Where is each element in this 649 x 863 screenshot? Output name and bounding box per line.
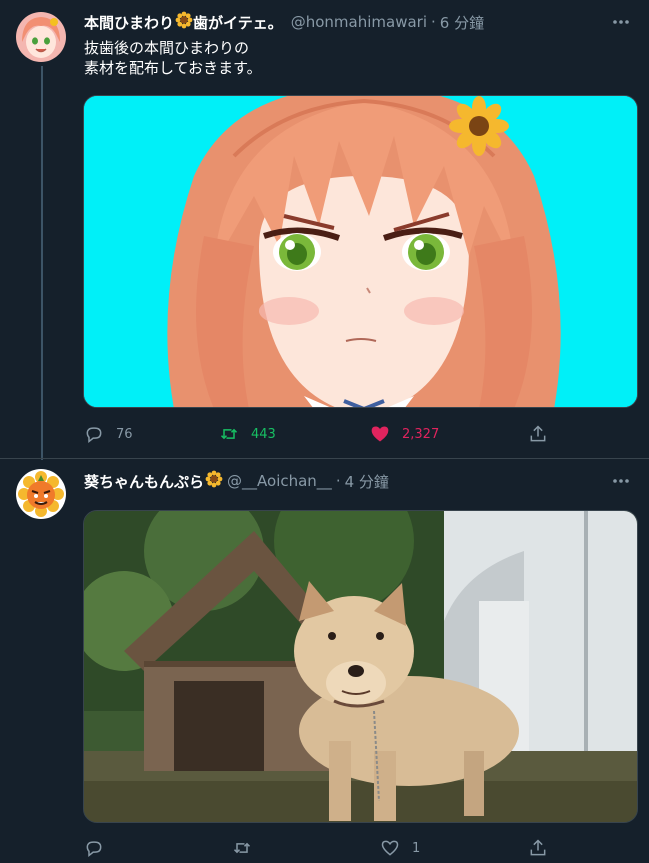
- anime-girl-face-illustration: [84, 96, 637, 407]
- timestamp[interactable]: 4 分鐘: [345, 471, 389, 492]
- display-name[interactable]: 本間ひまわり: [84, 12, 174, 33]
- tweet[interactable]: 葵ちゃんもんぷら @__Aoichan__ · 4 分鐘 1: [0, 458, 649, 863]
- reply-count: 76: [116, 426, 133, 442]
- retweet-button[interactable]: [232, 836, 252, 860]
- heart-icon: [381, 840, 399, 856]
- share-icon: [530, 425, 546, 442]
- more-options-icon[interactable]: [609, 12, 633, 32]
- display-name-suffix[interactable]: 歯がイテェ。: [193, 12, 283, 33]
- retweet-icon: [220, 428, 238, 440]
- handle[interactable]: @__Aoichan__: [227, 472, 332, 490]
- retweet-count: 443: [251, 426, 276, 442]
- sunflower-emoji-icon: [205, 470, 223, 492]
- handle[interactable]: @honmahimawari: [291, 13, 427, 31]
- reply-button[interactable]: [84, 836, 104, 860]
- display-name[interactable]: 葵ちゃんもんぷら: [84, 471, 204, 492]
- share-button[interactable]: [528, 422, 548, 446]
- retweet-icon: [233, 842, 251, 854]
- avatar[interactable]: [16, 12, 66, 62]
- tweet-text: 抜歯後の本間ひまわりの 素材を配布しておきます。: [84, 38, 262, 78]
- shiba-dog-in-front-of-doghouse-photo: [84, 511, 637, 822]
- like-button[interactable]: 1: [380, 836, 420, 860]
- separator-dot: ·: [335, 472, 341, 490]
- tweet-header: 本間ひまわり 歯がイテェ。 @honmahimawari · 6 分鐘: [84, 11, 484, 33]
- avatar[interactable]: [16, 469, 66, 519]
- sunflower-emoji-icon: [175, 11, 193, 33]
- separator-dot: ·: [431, 13, 436, 31]
- tweet-header: 葵ちゃんもんぷら @__Aoichan__ · 4 分鐘: [84, 470, 389, 492]
- tweet-actions: 1: [84, 836, 554, 860]
- reply-icon: [86, 841, 102, 858]
- timestamp[interactable]: 6 分鐘: [440, 12, 484, 33]
- retweet-button[interactable]: 443: [219, 422, 276, 446]
- like-count: 1: [412, 840, 421, 856]
- share-icon: [530, 839, 546, 856]
- tweet-text-line: 素材を配布しておきます。: [84, 59, 262, 77]
- reply-icon: [86, 427, 102, 444]
- media-image[interactable]: [83, 95, 638, 408]
- like-count: 2,327: [402, 426, 440, 442]
- tweet-text-line: 抜歯後の本間ひまわりの: [84, 39, 250, 57]
- heart-filled-icon: [371, 426, 389, 442]
- share-button[interactable]: [528, 836, 548, 860]
- reply-button[interactable]: 76: [84, 422, 133, 446]
- tweet-actions: 76 443 2,327: [84, 422, 554, 446]
- thread-line: [41, 66, 43, 460]
- tweet[interactable]: 本間ひまわり 歯がイテェ。 @honmahimawari · 6 分鐘 抜歯後の…: [0, 0, 649, 460]
- media-image[interactable]: [83, 510, 638, 823]
- like-button[interactable]: 2,327: [370, 422, 439, 446]
- more-options-icon[interactable]: [609, 471, 633, 491]
